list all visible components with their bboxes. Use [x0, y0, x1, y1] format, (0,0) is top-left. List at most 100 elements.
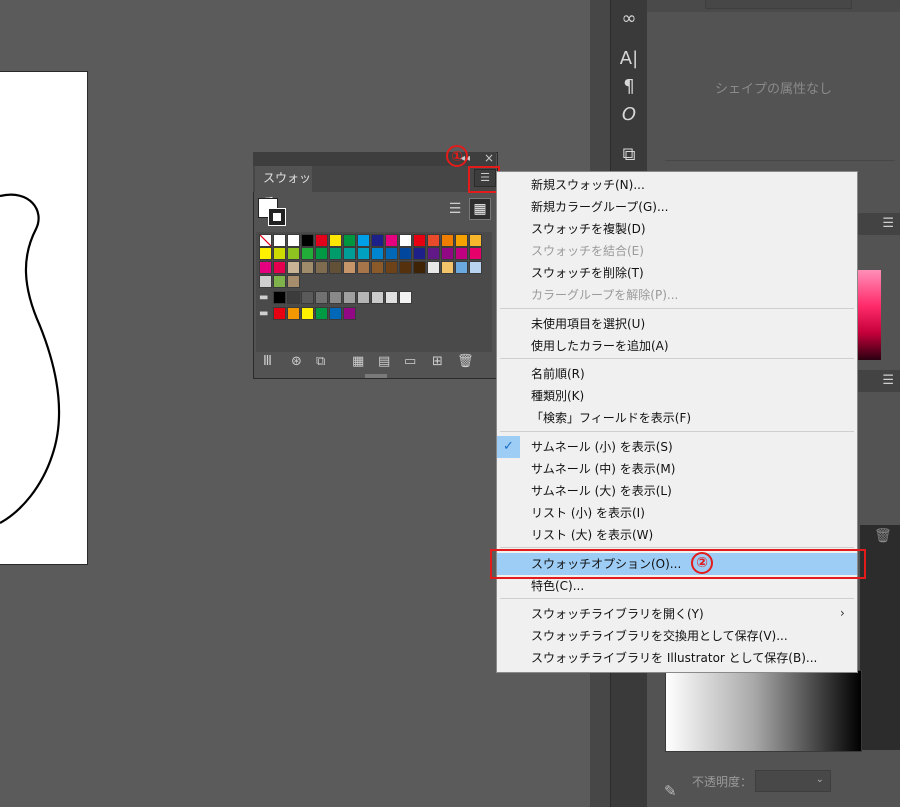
swatch-cell[interactable]	[385, 247, 398, 260]
close-icon[interactable]: ×	[484, 151, 494, 165]
swatch-cell[interactable]	[371, 247, 384, 260]
swatch-cell[interactable]	[287, 291, 300, 304]
swatch-cell[interactable]	[273, 275, 286, 288]
swatch-cell[interactable]	[343, 234, 356, 247]
menu-item[interactable]: 新規カラーグループ(G)...	[531, 199, 668, 215]
menu-item[interactable]: スウォッチを削除(T)	[531, 265, 644, 281]
menu-item[interactable]: サムネール (大) を表示(L)	[531, 483, 672, 499]
add-to-library-icon[interactable]: ⊛	[291, 354, 302, 370]
color-spectrum[interactable]	[855, 270, 881, 360]
menu-item[interactable]: 種類別(K)	[531, 388, 584, 404]
swatch-cell[interactable]	[315, 261, 328, 274]
swatch-cell[interactable]	[469, 247, 482, 260]
menu-item[interactable]: カラーグループを解除(P)...	[531, 287, 678, 303]
opentype-icon[interactable]: O	[611, 104, 647, 126]
swatch-cell[interactable]	[287, 247, 300, 260]
character-icon[interactable]: A|	[611, 48, 647, 70]
menu-item[interactable]: サムネール (小) を表示(S)	[531, 439, 673, 455]
menu-item[interactable]: 使用したカラーを追加(A)	[531, 338, 669, 354]
swatch-cell[interactable]	[329, 247, 342, 260]
swatch-cell[interactable]	[441, 234, 454, 247]
resize-grip[interactable]	[365, 374, 387, 378]
menu-item[interactable]: リスト (大) を表示(W)	[531, 527, 653, 543]
swatch-cell[interactable]	[413, 261, 426, 274]
new-swatch-icon[interactable]: ⊞	[432, 354, 443, 370]
panel-menu-icon[interactable]: ☰	[882, 216, 894, 231]
swatch-cell[interactable]	[469, 261, 482, 274]
swatch-cell[interactable]	[357, 247, 370, 260]
place-swatches-icon[interactable]: ⧉	[316, 354, 325, 370]
menu-item[interactable]: スウォッチライブラリを交換用として保存(V)...	[531, 628, 788, 644]
swatch-cell[interactable]	[343, 291, 356, 304]
properties-top-field[interactable]	[705, 0, 852, 9]
blob-shape-path[interactable]	[0, 71, 90, 563]
paragraph-icon[interactable]: ¶	[611, 76, 647, 98]
swatch-cell[interactable]	[399, 247, 412, 260]
swatch-cell[interactable]	[329, 307, 342, 320]
tab-swatches[interactable]: スウォッチ	[255, 166, 312, 209]
swatch-cell[interactable]	[357, 291, 370, 304]
link-icon[interactable]: ∞	[611, 8, 647, 30]
swatch-cell[interactable]	[287, 307, 300, 320]
swatch-cell[interactable]	[385, 261, 398, 274]
swatch-cell[interactable]	[441, 247, 454, 260]
menu-item[interactable]: スウォッチライブラリを Illustrator として保存(B)...	[531, 650, 817, 666]
swatch-cell[interactable]	[273, 261, 286, 274]
menu-item[interactable]: スウォッチを複製(D)	[531, 221, 646, 237]
swatch-cell[interactable]	[315, 247, 328, 260]
swatch-cell[interactable]	[329, 234, 342, 247]
swatch-cell[interactable]	[259, 247, 272, 260]
menu-item[interactable]: スウォッチを結合(E)	[531, 243, 644, 259]
swatch-cell[interactable]	[399, 291, 412, 304]
swatch-cell[interactable]	[315, 291, 328, 304]
swatch-cell[interactable]	[259, 275, 272, 288]
swatch-cell[interactable]	[371, 234, 384, 247]
swatch-none[interactable]	[259, 234, 272, 247]
swatch-cell[interactable]	[329, 261, 342, 274]
swatch-cell[interactable]	[455, 261, 468, 274]
list-view-button[interactable]: ☰	[444, 199, 466, 219]
swatch-cell[interactable]	[343, 261, 356, 274]
swatch-cell[interactable]	[399, 261, 412, 274]
swatch-cell[interactable]	[469, 234, 482, 247]
swatch-cell[interactable]	[427, 261, 440, 274]
menu-item[interactable]: リスト (小) を表示(I)	[531, 505, 645, 521]
swatch-cell[interactable]	[273, 307, 286, 320]
new-color-group-icon[interactable]: ▭	[404, 354, 416, 370]
swatch-cell[interactable]	[441, 261, 454, 274]
swatch-cell[interactable]	[385, 234, 398, 247]
menu-item[interactable]: サムネール (中) を表示(M)	[531, 461, 675, 477]
menu-item[interactable]: 特色(C)...	[531, 578, 584, 594]
swatch-cell[interactable]	[329, 291, 342, 304]
swatch-cell[interactable]	[455, 247, 468, 260]
swatch-cell[interactable]	[301, 261, 314, 274]
swatch-cell[interactable]	[287, 275, 300, 288]
menu-item[interactable]: 新規スウォッチ(N)...	[531, 177, 645, 193]
gradient-preview[interactable]	[665, 670, 862, 752]
swatch-cell[interactable]	[273, 234, 286, 247]
menu-item[interactable]: 名前順(R)	[531, 366, 585, 382]
swatch-options-icon[interactable]: ▤	[378, 354, 390, 370]
swatch-cell[interactable]	[413, 247, 426, 260]
swatch-cell[interactable]	[301, 234, 314, 247]
menu-item[interactable]: スウォッチライブラリを開く(Y)	[531, 606, 704, 622]
swatch-cell[interactable]	[427, 247, 440, 260]
swatch-cell[interactable]	[315, 307, 328, 320]
menu-item[interactable]: 「検索」フィールドを表示(F)	[531, 410, 691, 426]
opacity-dropdown[interactable]: ⌄	[755, 770, 831, 792]
swatch-cell[interactable]	[301, 291, 314, 304]
swatch-cell[interactable]	[273, 291, 286, 304]
swatch-cell[interactable]	[357, 234, 370, 247]
menu-item[interactable]: 未使用項目を選択(U)	[531, 316, 645, 332]
swatch-cell[interactable]	[287, 234, 300, 247]
swatch-cell[interactable]	[315, 234, 328, 247]
swatch-cell[interactable]	[399, 234, 412, 247]
swatch-libraries-menu-icon[interactable]: Ⅲ	[263, 354, 272, 370]
swatch-cell[interactable]	[357, 261, 370, 274]
panel-menu-icon[interactable]: ☰	[882, 373, 894, 388]
swatch-cell[interactable]	[343, 247, 356, 260]
swatch-cell[interactable]	[371, 291, 384, 304]
swatch-cell[interactable]	[301, 247, 314, 260]
eyedropper-icon[interactable]: ✎	[664, 782, 677, 800]
swatch-cell[interactable]	[371, 261, 384, 274]
